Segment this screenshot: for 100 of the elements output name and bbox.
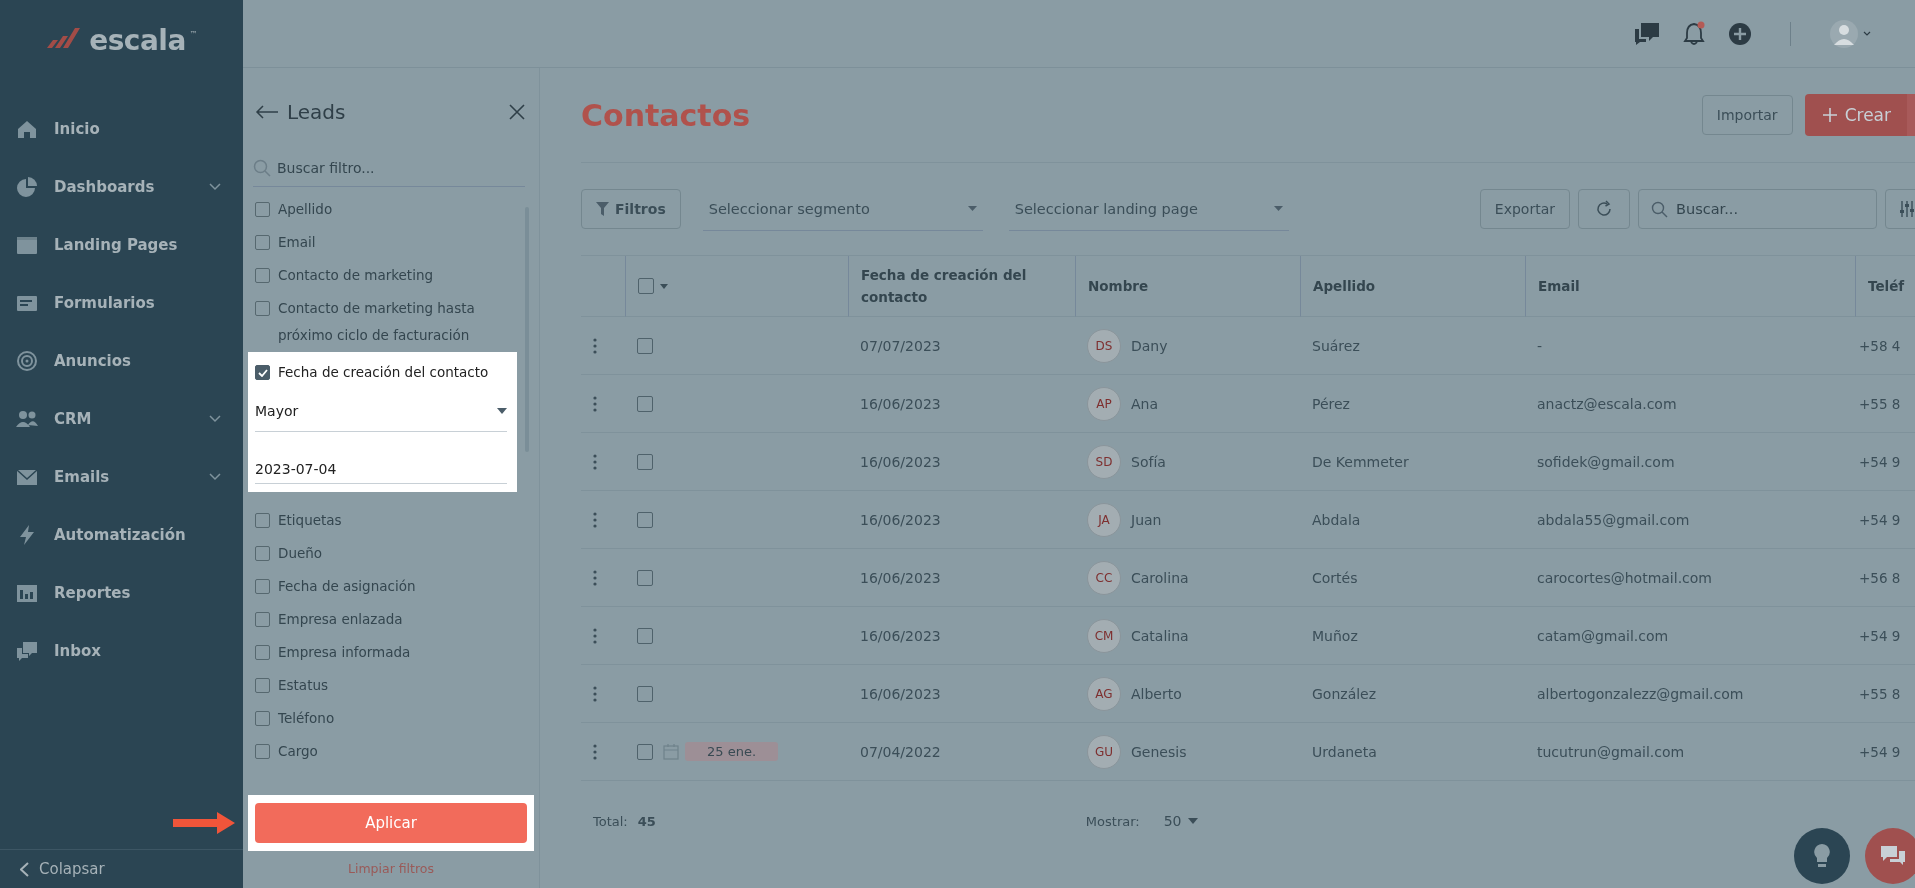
filter-option[interactable]: Email [243, 226, 517, 259]
check-icon [257, 368, 268, 377]
total-label: Total: [593, 813, 628, 829]
date-field[interactable]: 2023-07-04 [255, 444, 507, 484]
filter-option[interactable]: Estatus [243, 669, 517, 702]
nav-item[interactable]: Anuncios [0, 332, 243, 390]
filter-option[interactable]: Fecha de asignación [243, 570, 517, 603]
filter-option[interactable]: Fecha de creación del contacto [255, 356, 507, 389]
row-checkbox[interactable] [637, 685, 653, 702]
email-cell: anactz@escala.com [1537, 395, 1677, 412]
plus-icon [1822, 108, 1837, 122]
export-button[interactable]: Exportar [1479, 189, 1570, 229]
checkbox[interactable] [255, 711, 270, 726]
home-icon [16, 118, 38, 140]
bar-chart-icon [16, 582, 38, 604]
bell-icon[interactable] [1682, 21, 1706, 46]
apply-button[interactable]: Aplicar [255, 803, 527, 843]
close-icon[interactable] [509, 104, 525, 120]
import-button[interactable]: Importar [1701, 95, 1793, 135]
column-header[interactable]: Apellido [1313, 275, 1376, 297]
search-field[interactable]: Buscar... [1676, 201, 1856, 217]
filter-option[interactable]: Dueño [243, 537, 517, 570]
chat-button[interactable] [1865, 828, 1915, 884]
email-cell: sofidek@gmail.com [1537, 453, 1675, 470]
nav-item[interactable]: Automatización [0, 506, 243, 564]
checkbox[interactable] [255, 546, 270, 561]
column-header[interactable]: Nombre [1088, 275, 1149, 297]
more-vertical-icon[interactable] [593, 337, 597, 354]
filter-option[interactable]: Teléfono [243, 702, 517, 735]
nav-item[interactable]: Emails [0, 448, 243, 506]
checkbox[interactable] [255, 268, 270, 283]
more-vertical-icon[interactable] [593, 453, 597, 470]
filter-search-field[interactable]: Buscar filtro... [277, 160, 497, 176]
more-vertical-icon[interactable] [593, 511, 597, 528]
user-menu[interactable] [1829, 18, 1871, 49]
filter-option[interactable]: Etiquetas [243, 504, 517, 537]
filter-option[interactable]: Contacto de marketing hasta próximo ciclo de facturación [243, 292, 517, 352]
row-checkbox[interactable] [637, 569, 653, 586]
checkbox[interactable] [255, 645, 270, 660]
tips-button[interactable] [1794, 828, 1850, 884]
more-vertical-icon[interactable] [593, 743, 597, 760]
checkbox[interactable] [255, 579, 270, 594]
landing-page-select[interactable]: Seleccionar landing page [1008, 187, 1289, 231]
row-checkbox[interactable] [637, 743, 653, 760]
chat-bubbles-icon[interactable] [1634, 21, 1660, 46]
nav-item[interactable]: Inbox [0, 622, 243, 680]
nav-item[interactable]: Landing Pages [0, 216, 243, 274]
refresh-button[interactable] [1578, 189, 1630, 229]
checkbox[interactable] [255, 513, 270, 528]
email-cell: carocortes@hotmail.com [1537, 569, 1712, 586]
more-vertical-icon[interactable] [593, 569, 597, 586]
select-all-checkbox[interactable] [638, 278, 654, 294]
filter-option[interactable]: Empresa enlazada [243, 603, 517, 636]
column-header[interactable]: Email [1538, 275, 1580, 297]
condition-select[interactable]: Mayor [255, 391, 507, 432]
collapse-button[interactable]: Colapsar [0, 849, 243, 888]
search-box[interactable]: Buscar... [1638, 189, 1877, 229]
more-vertical-icon[interactable] [593, 685, 597, 702]
checkbox[interactable] [255, 744, 270, 759]
chevron-down-icon [209, 415, 221, 423]
row-checkbox[interactable] [637, 511, 653, 528]
date-cell: 07/07/2023 [860, 337, 941, 354]
row-checkbox[interactable] [637, 453, 653, 470]
column-header[interactable]: Fecha de creación del contacto [861, 264, 1075, 308]
checkbox[interactable] [255, 301, 270, 316]
nav-item[interactable]: Formularios [0, 274, 243, 332]
checkbox[interactable] [255, 612, 270, 627]
row-checkbox[interactable] [637, 627, 653, 644]
initials-avatar: DS [1087, 328, 1121, 363]
clear-filters-link[interactable]: Limpiar filtros [243, 851, 539, 888]
page-size-select[interactable]: 50 [1163, 813, 1198, 829]
initials-avatar: AP [1087, 386, 1121, 421]
create-button[interactable]: Crear [1804, 94, 1907, 136]
initials-avatar: CM [1087, 618, 1121, 653]
more-vertical-icon[interactable] [593, 627, 597, 644]
initials-avatar: GU [1087, 734, 1121, 769]
browser-window-icon [16, 234, 38, 256]
filter-option[interactable]: Empresa informada [243, 636, 517, 669]
checkbox[interactable] [255, 365, 270, 380]
filters-button[interactable]: Filtros [581, 189, 681, 229]
nav-item[interactable]: Dashboards [0, 158, 243, 216]
filter-option[interactable]: Apellido [243, 193, 517, 226]
checkbox[interactable] [255, 678, 270, 693]
caret-down-icon[interactable] [660, 283, 668, 289]
row-checkbox[interactable] [637, 395, 653, 412]
nav-item[interactable]: Inicio [0, 100, 243, 158]
filter-option[interactable]: Cargo [243, 735, 517, 768]
filter-option[interactable]: Contacto de marketing [243, 259, 517, 292]
segment-select[interactable]: Seleccionar segmento [702, 187, 983, 231]
plus-circle-icon[interactable] [1728, 21, 1752, 46]
back-arrow-icon[interactable] [255, 105, 279, 119]
total-count: 45 [637, 813, 656, 829]
more-vertical-icon[interactable] [593, 395, 597, 412]
date-cell: 16/06/2023 [860, 395, 941, 412]
row-checkbox[interactable] [637, 337, 653, 354]
nav-item[interactable]: CRM [0, 390, 243, 448]
column-header[interactable]: Teléf [1868, 275, 1905, 297]
checkbox[interactable] [255, 235, 270, 250]
checkbox[interactable] [255, 202, 270, 217]
nav-item[interactable]: Reportes [0, 564, 243, 622]
